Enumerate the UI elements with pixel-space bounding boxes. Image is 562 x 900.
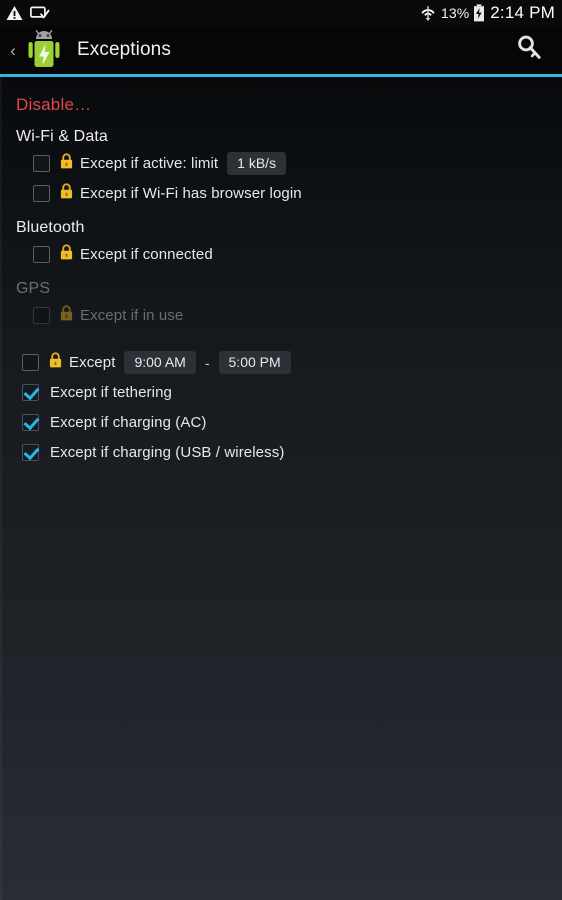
row-except-if-tethering[interactable]: Except if tethering bbox=[0, 375, 562, 405]
cast-screen-check-icon bbox=[30, 6, 50, 20]
row-label: Except if charging (USB / wireless) bbox=[50, 444, 285, 461]
checkbox-except-time-range[interactable] bbox=[22, 354, 39, 371]
battery-charging-icon bbox=[473, 4, 485, 22]
row-label: Except if in use bbox=[80, 307, 184, 324]
row-label: Except if tethering bbox=[50, 384, 172, 401]
back-button[interactable]: ‹ bbox=[4, 42, 22, 59]
row-except-if-charging-usb-wireless[interactable]: Except if charging (USB / wireless) bbox=[0, 435, 562, 465]
status-bar-left-icons bbox=[6, 5, 50, 21]
row-label: Except if connected bbox=[80, 246, 213, 263]
key-button[interactable] bbox=[510, 30, 550, 70]
row-except-if-connected[interactable]: Except if connected bbox=[0, 237, 562, 267]
row-label: Except if charging (AC) bbox=[50, 414, 207, 431]
warning-triangle-icon bbox=[6, 5, 23, 21]
row-except-if-charging-ac[interactable]: Except if charging (AC) bbox=[0, 405, 562, 435]
row-label: Except if active: limit bbox=[80, 155, 219, 172]
checkbox-except-if-wifi-browser-login[interactable] bbox=[33, 185, 50, 202]
action-bar: ‹ Exceptions bbox=[0, 26, 562, 74]
checkbox-except-if-in-use bbox=[33, 307, 50, 324]
status-bar-right-icons: 13% 2:14 PM bbox=[419, 3, 555, 23]
lock-icon bbox=[49, 352, 62, 373]
page-title: Exceptions bbox=[77, 39, 171, 60]
time-range-separator: - bbox=[204, 354, 210, 371]
section-header-bluetooth: Bluetooth bbox=[16, 219, 85, 236]
battery-percent-label: 13% bbox=[440, 5, 470, 21]
checkbox-except-if-connected[interactable] bbox=[33, 246, 50, 263]
row-except-if-wifi-browser-login[interactable]: Except if Wi-Fi has browser login bbox=[0, 176, 562, 206]
checkbox-except-if-active-limit[interactable] bbox=[33, 155, 50, 172]
disable-link[interactable]: Disable… bbox=[0, 77, 562, 115]
android-battery-icon bbox=[23, 27, 65, 73]
limit-value-button[interactable]: 1 kB/s bbox=[227, 152, 287, 175]
lock-icon bbox=[60, 305, 73, 326]
lock-icon bbox=[60, 183, 73, 204]
wifi-icon bbox=[419, 5, 437, 22]
row-except-if-in-use: Except if in use bbox=[0, 298, 562, 328]
checkbox-except-if-charging-usb-wireless[interactable] bbox=[22, 444, 39, 461]
lock-icon bbox=[60, 153, 73, 174]
row-except-time-range[interactable]: Except 9:00 AM - 5:00 PM bbox=[0, 345, 562, 375]
key-icon bbox=[516, 34, 544, 67]
time-from-button[interactable]: 9:00 AM bbox=[124, 351, 196, 374]
lock-icon bbox=[60, 244, 73, 265]
section-header-gps: GPS bbox=[16, 280, 51, 297]
checkbox-except-if-charging-ac[interactable] bbox=[22, 414, 39, 431]
status-clock: 2:14 PM bbox=[490, 3, 555, 22]
checkbox-except-if-tethering[interactable] bbox=[22, 384, 39, 401]
section-header-wifi-data: Wi-Fi & Data bbox=[16, 128, 108, 145]
time-to-button[interactable]: 5:00 PM bbox=[218, 351, 291, 374]
row-label: Except bbox=[69, 354, 116, 371]
row-label: Except if Wi-Fi has browser login bbox=[80, 185, 302, 202]
status-bar: 13% 2:14 PM bbox=[0, 0, 562, 26]
settings-content: Disable… Wi-Fi & Data Except if active: … bbox=[0, 77, 562, 900]
disable-label: Disable… bbox=[16, 95, 92, 114]
row-except-if-active-limit[interactable]: Except if active: limit 1 kB/s bbox=[0, 146, 562, 176]
